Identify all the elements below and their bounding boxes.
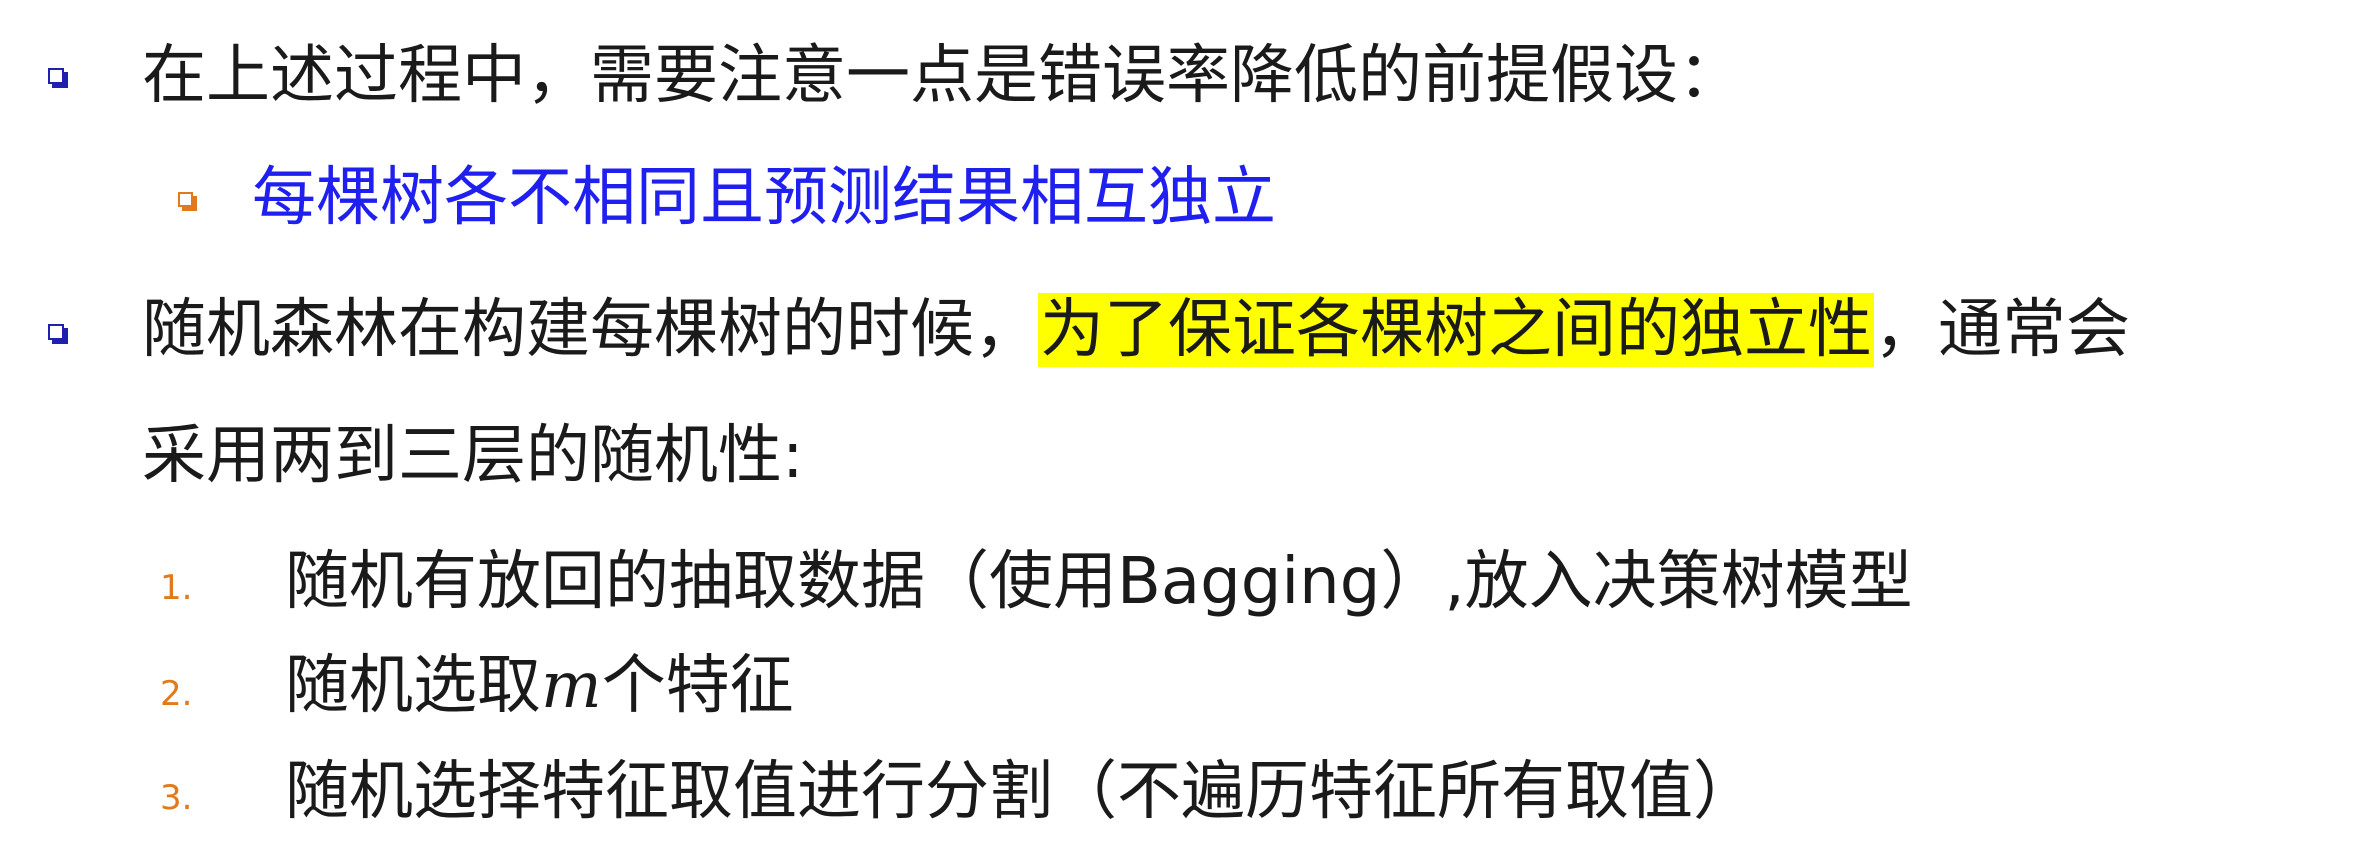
item-text-after: 个特征: [601, 649, 794, 723]
bullet-2-text-before: 随机森林在构建每棵树的时候，: [142, 293, 1038, 367]
item-number: 2.: [160, 674, 193, 714]
sub-bullet-1-text: 每棵树各不相同且预测结果相互独立: [252, 161, 1276, 235]
item-number: 1.: [160, 568, 193, 608]
square-bullet-icon: [48, 324, 64, 340]
bullet-2-text-after: ，通常会: [1874, 293, 2130, 367]
slide: 在上述过程中，需要注意一点是错误率降低的前提假设： 每棵树各不相同且预测结果相互…: [0, 0, 2359, 862]
math-variable: m: [541, 649, 602, 723]
bullet-1-text: 在上述过程中，需要注意一点是错误率降低的前提假设：: [142, 39, 1742, 113]
item-number: 3.: [160, 778, 193, 818]
item-text: 随机有放回的抽取数据（使用Bagging）,放入决策树模型: [285, 545, 1913, 619]
square-bullet-icon: [48, 68, 64, 84]
item-text: 随机选取m个特征: [285, 646, 794, 726]
item-text-before: 随机选取: [285, 649, 541, 723]
highlighted-text: 为了保证各棵树之间的独立性: [1038, 293, 1874, 367]
square-bullet-icon: [178, 192, 193, 207]
item-text: 随机选择特征取值进行分割（不遍历特征所有取值）: [285, 755, 1757, 829]
bullet-2-line-1: 随机森林在构建每棵树的时候，为了保证各棵树之间的独立性，通常会: [142, 290, 2130, 370]
bullet-2-continuation: 采用两到三层的随机性:: [142, 419, 804, 493]
